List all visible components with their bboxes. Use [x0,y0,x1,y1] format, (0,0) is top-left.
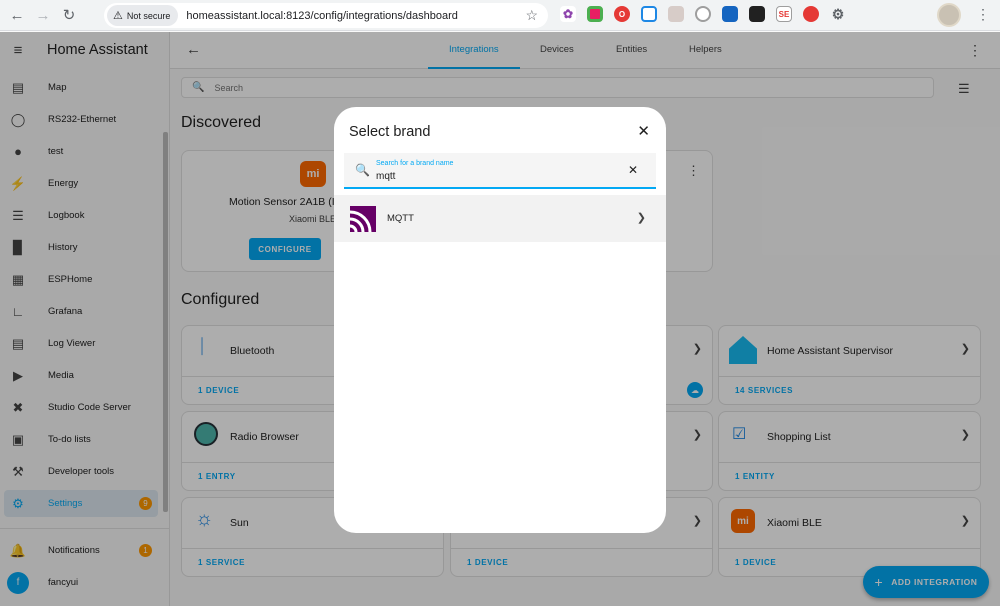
select-brand-dialog: Select brand ✕ 🔍 Search for a brand name… [334,107,666,533]
extension-tab-icon[interactable] [641,6,657,22]
extension-image-icon[interactable] [668,6,684,22]
clear-icon[interactable]: ✕ [628,163,638,177]
security-label: Not secure [126,10,171,21]
extension-opera-icon[interactable]: O [614,6,630,22]
chevron-right-icon: ❯ [636,212,646,224]
brand-search-label: Search for a brand name [376,160,454,167]
extension-flower-icon[interactable]: ✿ [560,6,576,22]
mqtt-logo-icon [350,206,376,232]
address-bar[interactable]: ⚠ Not secure homeassistant.local:8123/co… [104,3,548,28]
dialog-title: Select brand [349,124,431,140]
profile-avatar[interactable] [937,3,961,27]
reload-icon[interactable]: ↻ [60,6,78,24]
url-text[interactable]: homeassistant.local:8123/config/integrat… [186,10,458,22]
extensions-row: ✿ O SE ⚙ [560,6,846,22]
extension-shield-icon[interactable] [695,6,711,22]
brand-search-field[interactable]: 🔍 Search for a brand name ✕ [344,153,656,189]
close-icon[interactable]: ✕ [637,122,650,140]
extension-square-icon[interactable] [587,6,603,22]
extension-record-icon[interactable] [803,6,819,22]
brand-result-label: MQTT [387,213,414,224]
forward-nav-icon[interactable]: → [34,6,52,24]
security-chip[interactable]: ⚠ Not secure [107,5,179,26]
search-icon: 🔍 [355,163,370,177]
extension-puzzle-blue-icon[interactable] [722,6,738,22]
extension-box-icon[interactable] [749,6,765,22]
brand-result-mqtt[interactable]: MQTT ❯ [334,195,666,242]
browser-menu-icon[interactable]: ⋮ [976,6,990,23]
back-nav-icon[interactable]: ← [8,6,26,24]
browser-toolbar: ← → ↻ ⚠ Not secure homeassistant.local:8… [0,0,1000,31]
brand-search-input[interactable] [376,171,606,182]
warning-icon: ⚠ [113,10,123,22]
extensions-puzzle-icon[interactable]: ⚙ [830,6,846,22]
bookmark-star-icon[interactable]: ☆ [525,7,538,24]
extension-text-icon[interactable]: SE [776,6,792,22]
